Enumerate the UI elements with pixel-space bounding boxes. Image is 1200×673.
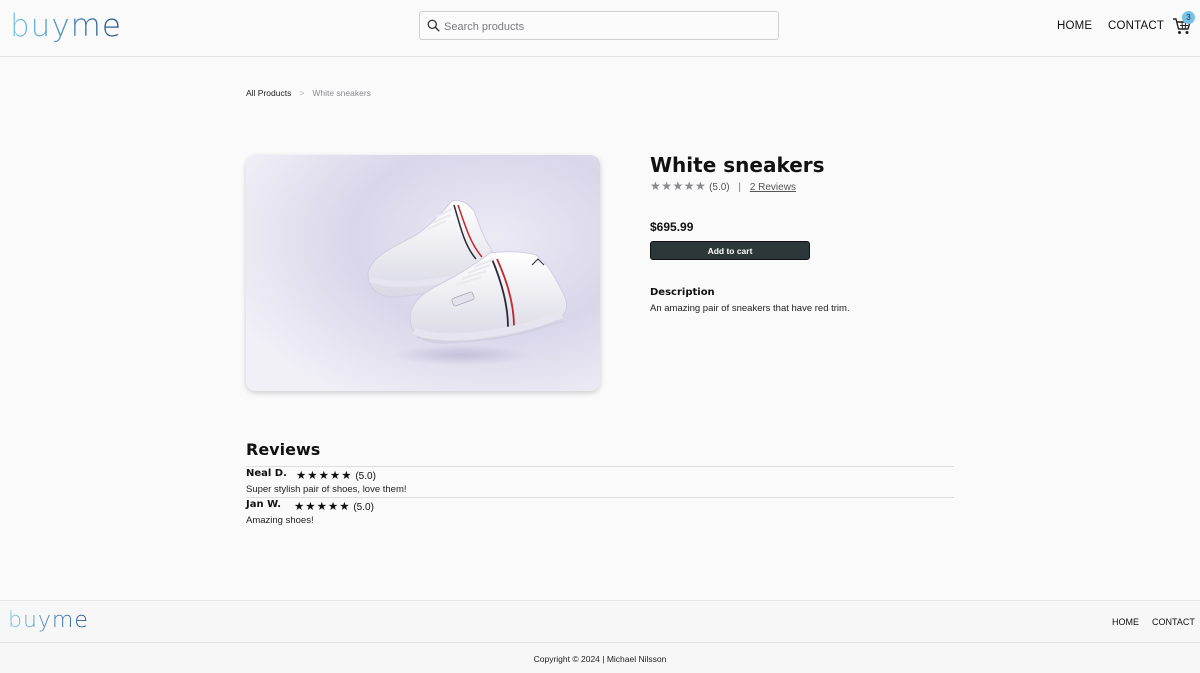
breadcrumb-root[interactable]: All Products (246, 88, 291, 98)
review-text: Amazing shoes! (246, 515, 314, 526)
star-rating-icons: ★★★★★ (296, 470, 353, 482)
footer-nav-contact[interactable]: CONTACT (1152, 617, 1195, 627)
description-text: An amazing pair of sneakers that have re… (650, 303, 850, 314)
review-rating: ★★★★★ (5.0) (294, 499, 374, 513)
copyright-text: Copyright © 2024 | Michael Nilsson (0, 654, 1200, 664)
search-input[interactable] (442, 12, 776, 41)
footer-logo[interactable]: buyme (8, 608, 89, 634)
reviews-link[interactable]: 2 Reviews (750, 182, 796, 193)
sneakers-image (246, 155, 600, 391)
review-rating-value: (5.0) (355, 471, 376, 482)
review-divider (246, 497, 954, 498)
star-rating-icons: ★★★★★ (294, 501, 351, 513)
site-header: buyme HOME CONTACT 3 (0, 0, 1200, 57)
review-author: Jan W. (246, 499, 281, 510)
review-text: Super stylish pair of shoes, love them! (246, 484, 407, 495)
nav-home[interactable]: HOME (1057, 20, 1092, 32)
breadcrumb-current: White sneakers (312, 88, 371, 98)
review-rating: ★★★★★ (5.0) (296, 468, 376, 482)
footer-divider (0, 642, 1200, 643)
site-footer: buyme HOME CONTACT Copyright © 2024 | Mi… (0, 600, 1200, 673)
nav-contact[interactable]: CONTACT (1108, 20, 1164, 32)
cart-count-badge[interactable]: 3 (1182, 11, 1195, 24)
breadcrumb-separator-icon: > (299, 88, 304, 98)
search-bar[interactable] (419, 11, 779, 40)
logo[interactable]: buyme (10, 8, 122, 44)
rating-value: (5.0) (709, 182, 730, 193)
product-title: White sneakers (650, 153, 825, 177)
description-heading: Description (650, 287, 715, 298)
product-rating: ★★★★★ (5.0) | 2 Reviews (650, 179, 796, 193)
review-author: Neal D. (246, 468, 287, 479)
review-rating-value: (5.0) (353, 502, 374, 513)
review-divider (246, 466, 954, 467)
add-to-cart-button[interactable]: Add to cart (650, 241, 810, 260)
reviews-heading: Reviews (246, 440, 320, 459)
product-price: $695.99 (650, 220, 693, 234)
product-image (246, 155, 600, 391)
footer-nav-home[interactable]: HOME (1112, 617, 1139, 627)
breadcrumb: All Products > White sneakers (246, 88, 371, 98)
star-rating-icons: ★★★★★ (650, 179, 706, 193)
rating-divider: | (738, 182, 741, 193)
search-icon (427, 19, 440, 32)
